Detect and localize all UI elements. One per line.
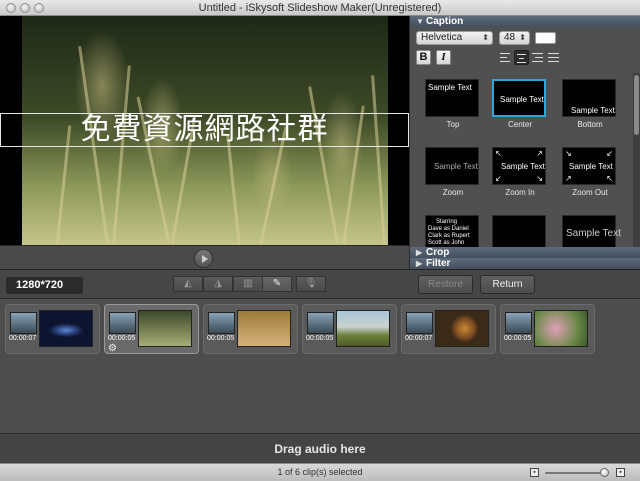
clip-item[interactable]: 00:00:07	[5, 304, 100, 354]
return-button[interactable]: Return	[480, 275, 535, 294]
style-credits[interactable]: Starring Dave as Daniel Clark as Rupert …	[425, 215, 481, 249]
font-size-select[interactable]: 48 ⬍	[499, 31, 530, 45]
rotate-left-button[interactable]: ◭	[173, 276, 203, 292]
clip-thumbnail	[138, 310, 192, 347]
filter-section-header[interactable]: ▶ Filter	[410, 258, 640, 269]
selection-status: 1 of 6 clip(s) selected	[277, 467, 363, 477]
caption-style-grid: Sample Text Top Sample Text Center Sampl…	[410, 73, 631, 249]
style-zoom[interactable]: Sample Text Zoom	[425, 147, 481, 197]
playback-bar	[0, 245, 409, 269]
gear-icon[interactable]: ⚙	[108, 343, 117, 354]
transition-thumbnail[interactable]	[109, 312, 136, 334]
align-center-button[interactable]	[514, 50, 529, 65]
resolution-label: 1280*720	[6, 277, 83, 294]
zoom-in-icon[interactable]: ▪	[616, 468, 625, 477]
arrow-nw-icon: ↖	[495, 149, 502, 158]
caption-text-box[interactable]: 免費資源網路社群	[0, 113, 409, 147]
disclosure-open-icon: ▼	[416, 17, 424, 26]
arrow-ne-icon: ↗	[565, 174, 572, 183]
transition-thumbnail[interactable]	[406, 312, 433, 334]
arrow-sw-icon: ↙	[495, 174, 502, 183]
title-bar: Untitled - iSkysoft Slideshow Maker(Unre…	[0, 0, 640, 16]
clip-thumbnail	[435, 310, 489, 347]
audio-drop-zone[interactable]: Drag audio here	[0, 433, 640, 463]
text-color-swatch[interactable]	[535, 32, 556, 44]
caption-panel: ▼ Caption Helvetica ⬍ 48 ⬍ B I Sample Tex…	[409, 16, 640, 269]
window-title: Untitled - iSkysoft Slideshow Maker(Unre…	[198, 2, 442, 14]
font-family-select[interactable]: Helvetica ⬍	[416, 31, 493, 45]
transition-thumbnail[interactable]	[208, 312, 235, 334]
bold-button[interactable]: B	[416, 50, 431, 65]
disclosure-closed-icon: ▶	[416, 248, 423, 257]
status-bar: 1 of 6 clip(s) selected ▪ ▪	[0, 463, 640, 481]
style-large[interactable]: Sample Text	[562, 215, 621, 249]
clip-thumbnail	[237, 310, 291, 347]
style-bottom[interactable]: Sample Text Bottom	[562, 79, 618, 129]
caption-section-header[interactable]: ▼ Caption	[410, 16, 640, 27]
arrow-se-icon: ↘	[536, 174, 543, 183]
restore-button[interactable]: Restore	[418, 275, 473, 294]
zoom-slider[interactable]	[545, 472, 605, 474]
transition-thumbnail[interactable]	[505, 312, 532, 334]
align-left-button[interactable]	[498, 50, 513, 65]
zoom-out-icon[interactable]: ▪	[530, 468, 539, 477]
zoom-slider-knob[interactable]	[600, 468, 609, 477]
clip-item[interactable]: 00:00:07	[401, 304, 496, 354]
style-scrollbar[interactable]	[633, 73, 640, 249]
arrow-nw-icon: ↖	[606, 174, 613, 183]
style-top[interactable]: Sample Text Top	[425, 79, 481, 129]
transition-thumbnail[interactable]	[307, 312, 334, 334]
clip-thumbnail	[39, 310, 93, 347]
clip-thumbnail	[534, 310, 588, 347]
arrow-se-icon: ↘	[565, 149, 572, 158]
clip-item[interactable]: 00:00:05 ⚙	[104, 304, 199, 354]
italic-button[interactable]: I	[436, 50, 451, 65]
updown-icon: ⬍	[519, 33, 526, 42]
clip-item[interactable]: 00:00:05	[500, 304, 595, 354]
pencil-icon[interactable]: ✎	[262, 276, 292, 292]
style-blank[interactable]	[492, 215, 548, 249]
preview-canvas[interactable]: 免費資源網路社群	[0, 16, 409, 245]
disclosure-closed-icon: ▶	[416, 259, 423, 268]
clip-item[interactable]: 00:00:05	[302, 304, 397, 354]
transition-thumbnail[interactable]	[10, 312, 37, 334]
updown-icon: ⬍	[482, 33, 489, 42]
rotate-right-button[interactable]: ◮	[203, 276, 233, 292]
arrow-ne-icon: ↗	[536, 149, 543, 158]
style-zoom-out[interactable]: ↘ ↙ Sample Text ↗ ↖ Zoom Out	[562, 147, 618, 197]
align-right-button[interactable]	[530, 50, 545, 65]
trash-icon[interactable]: ▥	[233, 276, 263, 292]
storyboard: 00:00:07 00:00:05 ⚙ 00:00:05 00:00:05 00…	[0, 299, 640, 433]
style-zoom-in[interactable]: ↖ ↗ Sample Text ↙ ↘ Zoom In	[492, 147, 548, 197]
microphone-icon[interactable]: 🎙	[296, 276, 326, 292]
caption-text: 免費資源網路社群	[80, 112, 329, 147]
crop-section-header[interactable]: ▶ Crop	[410, 247, 640, 258]
play-button[interactable]	[194, 249, 213, 268]
edit-toolbar: 1280*720 ◭ ◮ ▥ ✎ 🎙 Restore Return	[0, 269, 640, 299]
arrow-sw-icon: ↙	[606, 149, 613, 158]
clip-item[interactable]: 00:00:05	[203, 304, 298, 354]
style-center[interactable]: Sample Text Center	[492, 79, 548, 129]
align-justify-button[interactable]	[546, 50, 561, 65]
clip-thumbnail	[336, 310, 390, 347]
